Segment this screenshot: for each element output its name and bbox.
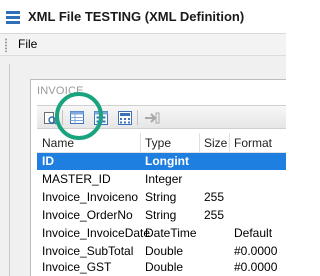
- grid-toolbar: [37, 105, 286, 129]
- grid-header: Name Type Size Format: [37, 133, 286, 153]
- cell-type: Integer: [145, 172, 183, 186]
- table-row[interactable]: Invoice_InvoiceDate DateTime Default: [37, 225, 286, 242]
- menu-file[interactable]: File: [18, 37, 37, 51]
- cell-name: MASTER_ID: [42, 172, 111, 186]
- cell-format: #0.0000: [234, 260, 278, 274]
- table-row[interactable]: ID Longint: [37, 153, 286, 170]
- cell-type: String: [145, 190, 177, 204]
- column-header-name[interactable]: Name: [42, 136, 74, 150]
- cell-name: ID: [42, 154, 54, 168]
- column-divider: [229, 133, 230, 152]
- xml-definition-icon: [6, 11, 20, 24]
- cell-format: #0.0000: [234, 244, 278, 258]
- toolbar-separator: [62, 110, 63, 125]
- cell-type: Double: [145, 244, 184, 258]
- column-header-type[interactable]: Type: [145, 136, 171, 150]
- export-button[interactable]: [143, 109, 161, 126]
- table-rows-button[interactable]: [92, 109, 110, 126]
- cell-type: Double: [145, 260, 184, 274]
- toolbar-separator: [137, 110, 138, 125]
- workspace-border: [9, 64, 10, 276]
- menubar-grip: [5, 38, 7, 52]
- table-row[interactable]: Invoice_Invoiceno String 255: [37, 189, 286, 206]
- table-grid-button[interactable]: [68, 109, 86, 126]
- export-arrow-icon: [145, 112, 160, 123]
- table-row[interactable]: Invoice_GST Double #0.0000: [37, 259, 286, 276]
- table-row[interactable]: Invoice_OrderNo String 255: [37, 207, 286, 224]
- cell-name: Invoice_SubTotal: [42, 244, 134, 258]
- document-view-button[interactable]: [41, 109, 59, 126]
- calculator-grid-icon: [118, 110, 132, 125]
- cell-name: Invoice_OrderNo: [42, 208, 133, 222]
- column-header-size[interactable]: Size: [204, 136, 227, 150]
- cell-size: 255: [204, 208, 225, 222]
- calculator-grid-button[interactable]: [116, 109, 134, 126]
- cell-type: String: [145, 208, 177, 222]
- window-title: XML File TESTING (XML Definition): [28, 9, 245, 24]
- cell-size: 255: [204, 190, 225, 204]
- cell-type: Longint: [145, 154, 189, 168]
- table-grid-icon: [70, 111, 84, 124]
- table-row[interactable]: Invoice_SubTotal Double #0.0000: [37, 243, 286, 260]
- cell-name: Invoice_Invoiceno: [42, 190, 139, 204]
- cell-name: Invoice_InvoiceDate: [42, 226, 151, 240]
- column-divider: [140, 133, 141, 152]
- table-row[interactable]: MASTER_ID Integer: [37, 171, 286, 188]
- table-rows-icon: [94, 110, 108, 125]
- cell-name: Invoice_GST: [42, 260, 112, 274]
- document-view-icon: [44, 111, 57, 125]
- cell-format: Default: [234, 226, 273, 240]
- panel-caption: INVOICE: [37, 85, 84, 97]
- window-titlebar: XML File TESTING (XML Definition): [0, 0, 286, 34]
- column-divider: [199, 133, 200, 152]
- column-header-format[interactable]: Format: [234, 136, 272, 150]
- menu-bar: File: [0, 34, 286, 56]
- cell-type: DateTime: [145, 226, 197, 240]
